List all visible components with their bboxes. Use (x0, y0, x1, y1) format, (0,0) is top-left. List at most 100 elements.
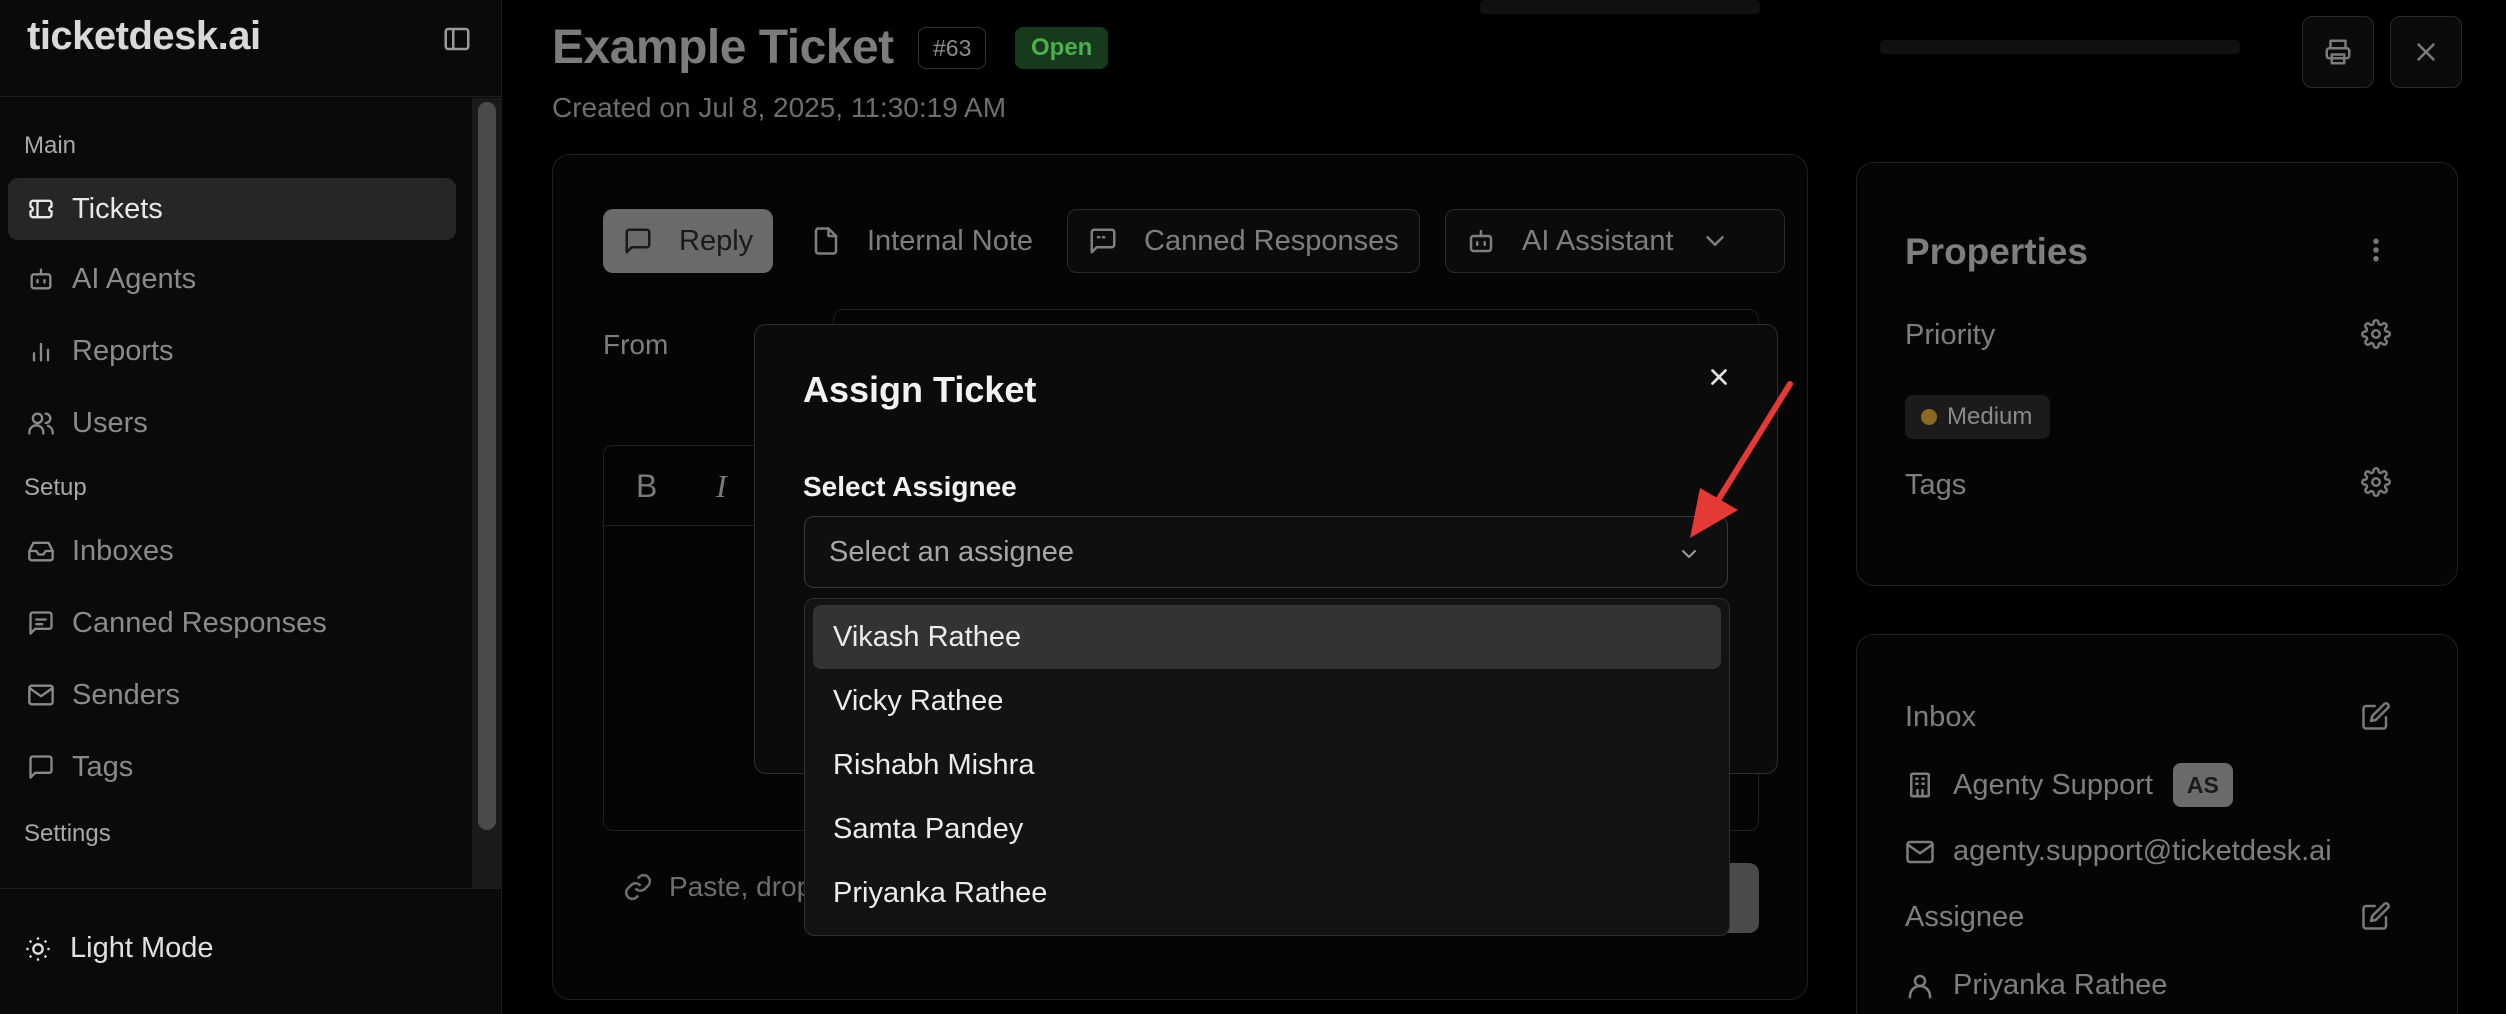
bold-button[interactable]: B (636, 468, 657, 505)
more-vertical-icon[interactable] (2359, 233, 2393, 267)
assignee-select-placeholder: Select an assignee (829, 535, 1075, 568)
ai-assistant-dropdown[interactable]: AI Assistant (1445, 209, 1785, 273)
message-square-icon (26, 608, 56, 638)
italic-button[interactable]: I (716, 468, 727, 505)
light-mode-label: Light Mode (70, 932, 214, 964)
from-label: From (603, 329, 669, 360)
users-icon (26, 408, 56, 438)
annotation-arrow-icon (1690, 381, 1793, 538)
tab-label: Reply (679, 224, 754, 257)
sun-icon (26, 936, 50, 961)
user-icon (1908, 974, 1932, 998)
properties-panel: Properties Priority Medium Tags (1856, 162, 2458, 586)
tab-label: AI Assistant (1522, 224, 1674, 257)
sidebar-item-tags[interactable]: Tags (8, 736, 456, 798)
priority-settings-icon[interactable] (2359, 317, 2393, 351)
canned-responses-button[interactable]: Canned Responses (1067, 209, 1420, 273)
chevron-down-icon (1705, 236, 1724, 246)
created-timestamp: Created on Jul 8, 2025, 11:30:19 AM (552, 92, 1007, 123)
sidebar-item-users[interactable]: Users (8, 392, 456, 454)
sidebar: ticketdesk.ai Main Tickets AI Agents Rep… (0, 0, 502, 1014)
sidebar-item-label: Tags (72, 750, 134, 783)
app-logo[interactable]: ticketdesk.ai (27, 14, 261, 59)
message-square-icon (1090, 228, 1116, 254)
assignee-name: Priyanka Rathee (1953, 969, 2168, 1001)
tab-reply[interactable]: Reply (603, 209, 774, 273)
assignee-row: Priyanka Rathee (1905, 969, 2167, 1002)
tab-label: Internal Note (867, 224, 1034, 257)
bar-chart-icon (26, 336, 56, 366)
modal-title: Assign Ticket (803, 369, 1037, 410)
sidebar-item-senders[interactable]: Senders (8, 664, 456, 726)
mail-icon (26, 680, 56, 710)
sidebar-item-label: Canned Responses (72, 606, 327, 639)
edit-inbox-icon[interactable] (2359, 699, 2393, 733)
priority-dot (1921, 409, 1937, 425)
assignee-select[interactable]: Select an assignee (804, 516, 1728, 588)
sidebar-scrollbar-thumb[interactable] (478, 102, 496, 830)
tab-label: Canned Responses (1144, 224, 1399, 257)
tags-label: Tags (1905, 469, 1967, 501)
inbox-email: agenty.support@ticketdesk.ai (1953, 835, 2332, 867)
priority-value: Medium (1947, 403, 2033, 430)
priority-badge[interactable]: Medium (1905, 395, 2051, 439)
assignee-option[interactable]: Vicky Rathee (813, 669, 1721, 733)
close-ticket-button[interactable] (2390, 16, 2462, 88)
sidebar-item-canned-responses[interactable]: Canned Responses (8, 592, 456, 654)
edit-assignee-icon[interactable] (2359, 899, 2393, 933)
inbox-label: Inbox (1905, 701, 1976, 733)
assignee-label: Assignee (1905, 901, 2025, 933)
tags-settings-icon[interactable] (2359, 465, 2393, 499)
assignee-option[interactable]: Priyanka Rathee (813, 861, 1721, 925)
blurred-area (1480, 0, 1760, 14)
sidebar-toggle-icon[interactable] (442, 24, 472, 54)
section-main-label: Main (24, 132, 77, 159)
sidebar-divider (0, 888, 502, 889)
attach-text: Paste, drop (669, 871, 813, 902)
sidebar-item-label: Tickets (72, 192, 163, 225)
inbox-icon (26, 536, 56, 566)
section-settings-label: Settings (24, 820, 111, 847)
priority-label: Priority (1905, 319, 1996, 351)
status-badge: Open (1015, 27, 1109, 69)
mail-icon (1906, 840, 1934, 863)
inbox-row: Agenty Support AS (1905, 763, 2233, 807)
sidebar-item-label: Inboxes (72, 534, 174, 567)
section-setup-label: Setup (24, 474, 87, 501)
assignee-dropdown: Vikash Rathee Vicky Rathee Rishabh Mishr… (804, 598, 1730, 936)
sidebar-item-label: Senders (72, 678, 181, 711)
bot-icon (26, 264, 56, 294)
inbox-name: Agenty Support (1953, 768, 2153, 801)
properties-title: Properties (1905, 231, 2089, 272)
assignee-option[interactable]: Rishabh Mishra (813, 733, 1721, 797)
select-assignee-label: Select Assignee (803, 471, 1017, 502)
tag-icon (26, 752, 56, 782)
message-icon (625, 228, 651, 254)
tab-internal-note[interactable]: Internal Note (791, 209, 1053, 273)
attachment-dropzone[interactable]: Paste, drop (623, 871, 812, 903)
building-icon (1910, 772, 1930, 798)
sidebar-item-label: Users (72, 406, 148, 439)
ticket-icon (26, 194, 56, 224)
file-icon (814, 227, 838, 255)
sidebar-nav: Main Tickets AI Agents Reports Users Set… (0, 98, 470, 888)
sidebar-item-reports[interactable]: Reports (8, 320, 456, 382)
blurred-area (1880, 40, 2240, 54)
inbox-avatar-badge: AS (2172, 763, 2233, 807)
light-mode-toggle[interactable]: Light Mode (24, 932, 214, 965)
assignee-option[interactable]: Samta Pandey (813, 797, 1721, 861)
assignee-option[interactable]: Vikash Rathee (813, 605, 1721, 669)
sidebar-divider (0, 96, 502, 97)
sidebar-item-label: AI Agents (72, 262, 197, 295)
inbox-email-row: agenty.support@ticketdesk.ai (1905, 835, 2332, 868)
sidebar-item-label: Reports (72, 334, 174, 367)
sidebar-item-inboxes[interactable]: Inboxes (8, 520, 456, 582)
close-icon (2417, 43, 2435, 61)
sidebar-item-tickets[interactable]: Tickets (8, 178, 456, 240)
printer-icon (2325, 39, 2351, 65)
link-icon (624, 873, 652, 901)
sidebar-item-ai-agents[interactable]: AI Agents (8, 248, 456, 310)
bot-icon (1469, 229, 1493, 253)
ticket-info-panel: Inbox Agenty Support AS agenty.support@t… (1856, 634, 2458, 1014)
print-button[interactable] (2302, 16, 2374, 88)
